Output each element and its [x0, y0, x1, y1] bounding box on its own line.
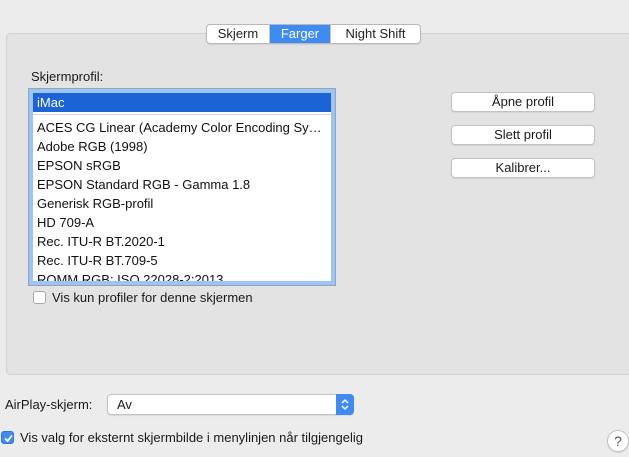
list-item[interactable]: Adobe RGB (1998) [33, 137, 331, 156]
airplay-select-value: Av [117, 397, 132, 412]
calibrate-button[interactable]: Kalibrer... [451, 158, 595, 178]
mirror-menu-label: Vis valg for eksternt skjermbilde i meny… [20, 430, 363, 445]
mirror-menu-checkbox[interactable] [1, 431, 14, 444]
list-item[interactable]: EPSON sRGB [33, 156, 331, 175]
airplay-label: AirPlay-skjerm: [5, 397, 93, 412]
airplay-select[interactable]: Av [107, 394, 354, 415]
list-item[interactable]: HD 709-A [33, 213, 331, 232]
open-profile-button[interactable]: Åpne profil [451, 92, 595, 112]
list-separator [33, 112, 331, 118]
list-item[interactable]: ACES CG Linear (Academy Color Encoding S… [33, 118, 331, 137]
only-this-display-option[interactable]: Vis kun profiler for denne skjermen [33, 290, 253, 305]
profile-list[interactable]: iMac ACES CG Linear (Academy Color Encod… [29, 89, 335, 285]
checkmark-icon [4, 434, 13, 443]
list-item[interactable]: EPSON Standard RGB - Gamma 1.8 [33, 175, 331, 194]
list-item[interactable]: Rec. ITU-R BT.2020-1 [33, 232, 331, 251]
profile-list-label: Skjermprofil: [31, 69, 104, 84]
help-button[interactable]: ? [607, 430, 629, 452]
mirror-menu-option[interactable]: Vis valg for eksternt skjermbilde i meny… [1, 430, 363, 445]
list-item[interactable]: Rec. ITU-R BT.709-5 [33, 251, 331, 270]
list-item[interactable]: Generisk RGB-profil [33, 194, 331, 213]
list-item[interactable]: ROMM RGB: ISO 22028-2:2013 [33, 270, 331, 281]
chevron-updown-icon [336, 394, 354, 415]
tab-bar: Skjerm Farger Night Shift [206, 24, 421, 44]
only-this-display-label: Vis kun profiler for denne skjermen [52, 290, 253, 305]
tab-night-shift[interactable]: Night Shift [331, 25, 420, 43]
tab-display[interactable]: Skjerm [207, 25, 270, 43]
list-item-selected[interactable]: iMac [33, 93, 331, 112]
only-this-display-checkbox[interactable] [33, 291, 46, 304]
delete-profile-button[interactable]: Slett profil [451, 125, 595, 145]
tab-colors[interactable]: Farger [270, 25, 331, 43]
